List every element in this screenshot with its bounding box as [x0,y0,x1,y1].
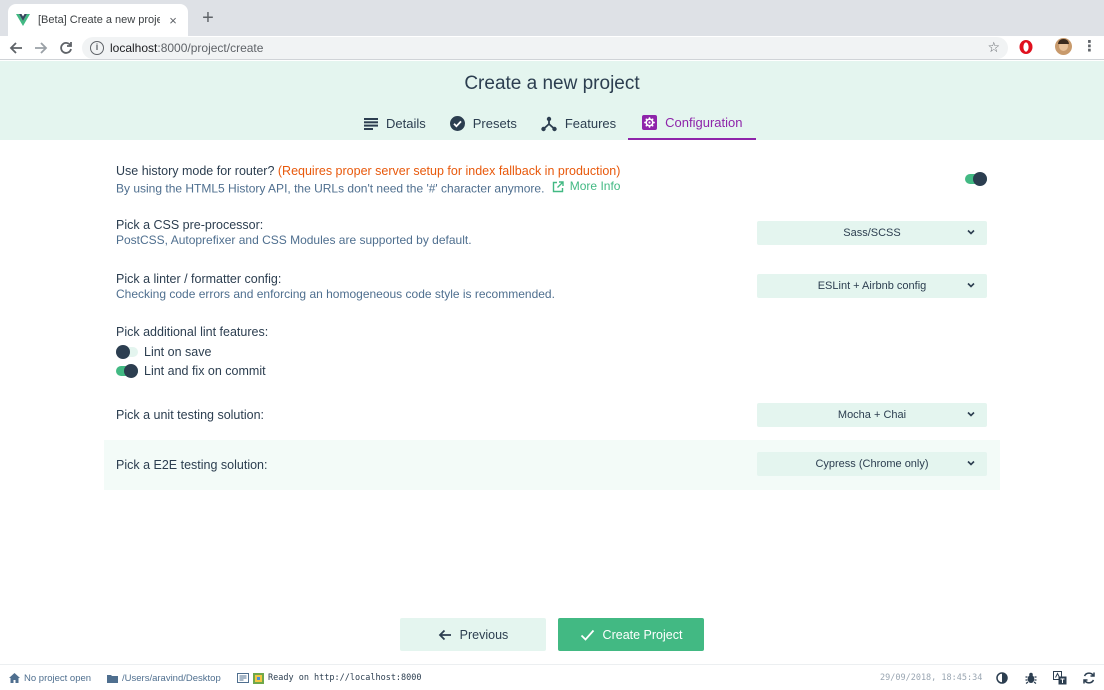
status-datetime-label: 29/09/2018, 18:45:34 [880,673,983,683]
history-mode-desc-text: By using the HTML5 History API, the URLs… [116,181,545,196]
chevron-down-icon [967,411,975,417]
browser-tabstrip: [Beta] Create a new project - Vue CLI × … [0,0,1104,36]
tab-configuration[interactable]: Configuration [628,107,757,140]
browser-menu-icon[interactable]: ⋮ [1082,38,1097,56]
tab-details-label: Details [386,116,426,131]
unit-testing-row: Pick a unit testing solution: Mocha + Ch… [104,403,1000,427]
opera-extension-icon[interactable] [1018,39,1034,55]
linter-row: Pick a linter / formatter config: Checki… [104,272,1000,312]
app-header: Create a new project Details Presets Fea… [0,61,1104,140]
chevron-down-icon [967,282,975,288]
forward-icon[interactable] [31,38,51,58]
status-project-label: No project open [24,672,92,684]
refresh-icon[interactable] [1082,671,1096,685]
tab-details[interactable]: Details [352,107,438,140]
translate-icon[interactable] [1053,671,1067,685]
history-mode-row: Use history mode for router? (Requires p… [104,164,1000,204]
profile-avatar[interactable] [1055,38,1072,55]
browser-tab-title: [Beta] Create a new project - Vue CLI [38,14,160,26]
css-preprocessor-value: Sass/SCSS [843,227,901,239]
lint-features-title: Pick additional lint features: [116,325,269,339]
new-tab-icon[interactable]: + [198,8,218,29]
unit-testing-value: Mocha + Chai [837,409,907,421]
address-bar[interactable]: i localhost:8000/project/create ☆ [82,37,1008,59]
url-host: localhost [110,41,158,55]
close-icon[interactable]: × [166,13,180,28]
lint-on-commit-label: Lint and fix on commit [144,364,266,378]
lint-on-save-toggle[interactable] [116,345,138,359]
linter-select[interactable]: ESLint + Airbnb config [757,274,987,298]
avatar-hair [1058,39,1069,44]
url-path: :8000/project/create [157,41,264,55]
browser-tab[interactable]: [Beta] Create a new project - Vue CLI × [8,4,188,36]
status-log[interactable]: Ready on http://localhost:8000 [237,671,422,685]
create-project-button[interactable]: Create Project [558,618,704,651]
more-info-label: More Info [569,179,621,193]
fork-icon [541,116,557,131]
gear-icon [642,115,658,130]
chevron-down-icon [967,460,975,466]
chevron-down-icon [967,229,975,235]
lint-features-row: Pick additional lint features: Lint on s… [104,325,1000,385]
toggle-knob [973,172,987,186]
page-title: Create a new project [464,73,640,94]
status-folder[interactable]: /Users/aravind/Desktop [107,671,221,685]
browser-toolbar: i localhost:8000/project/create ☆ [0,36,1104,60]
history-mode-toggle[interactable] [965,172,987,186]
create-project-button-label: Create Project [602,627,683,642]
tab-presets[interactable]: Presets [438,107,529,140]
e2e-testing-value: Cypress (Chrome only) [815,458,929,470]
back-icon[interactable] [6,38,26,58]
toggle-knob [116,345,130,359]
check-icon [580,629,594,641]
terminal-icon [237,673,249,683]
previous-button-label: Previous [459,627,509,642]
folder-icon [107,674,118,683]
previous-button[interactable]: Previous [400,618,546,651]
status-log-message: Ready on http://localhost:8000 [268,673,422,683]
vue-logo-icon [16,14,30,26]
status-project[interactable]: No project open [9,671,91,685]
tab-features-label: Features [564,116,617,131]
external-link-icon [552,180,564,192]
lint-on-commit-option[interactable]: Lint and fix on commit [116,364,266,378]
history-mode-warning: (Requires proper server setup for index … [277,164,621,178]
arrow-left-icon [438,629,451,640]
css-preprocessor-row: Pick a CSS pre-processor: PostCSS, Autop… [104,218,1000,258]
more-info-link[interactable]: More Info [552,179,621,194]
unit-testing-select[interactable]: Mocha + Chai [757,403,987,427]
status-bar: No project open /Users/aravind/Desktop R… [0,664,1104,690]
history-mode-label: Use history mode for router? [116,164,275,178]
tab-presets-label: Presets [472,116,517,131]
status-folder-label: /Users/aravind/Desktop [122,672,221,684]
lint-on-commit-toggle[interactable] [116,364,138,378]
e2e-testing-row: Pick a E2E testing solution: Cypress (Ch… [104,440,1000,490]
check-circle-icon [449,116,465,131]
tab-features[interactable]: Features [529,107,628,140]
bug-icon[interactable] [1024,671,1038,685]
e2e-testing-select[interactable]: Cypress (Chrome only) [757,452,987,476]
reload-icon[interactable] [56,38,76,58]
info-icon[interactable]: i [90,41,104,55]
tab-configuration-label: Configuration [665,115,743,130]
toggle-knob [124,364,138,378]
css-preprocessor-select[interactable]: Sass/SCSS [757,221,987,245]
bookmark-star-icon[interactable]: ☆ [987,39,1000,56]
dark-mode-icon[interactable] [995,671,1009,685]
log-type-icon [253,672,264,684]
lint-on-save-label: Lint on save [144,345,212,359]
home-icon [9,673,20,683]
linter-value: ESLint + Airbnb config [817,280,927,292]
status-datetime: 29/09/2018, 18:45:34 [880,671,982,685]
wizard-tabs: Details Presets Features Configuration [352,107,757,140]
list-icon [364,117,378,130]
history-mode-title: Use history mode for router? (Requires p… [116,164,988,179]
lint-on-save-option[interactable]: Lint on save [116,345,211,359]
history-mode-desc: By using the HTML5 History API, the URLs… [116,179,988,197]
